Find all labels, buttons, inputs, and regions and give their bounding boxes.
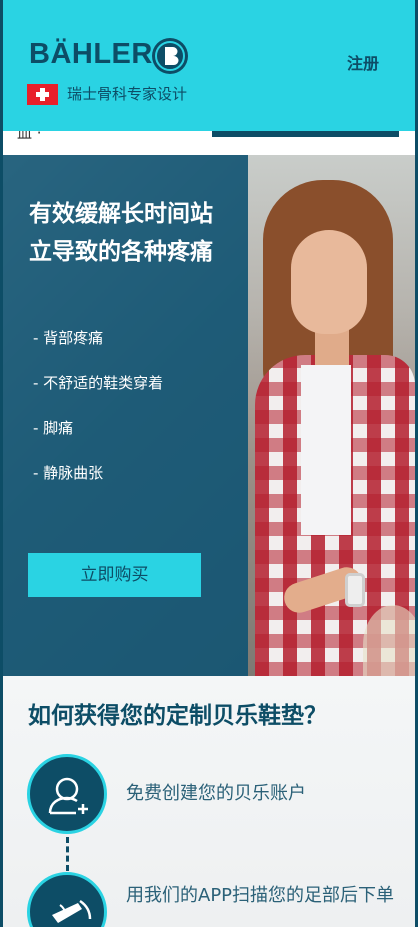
hero-benefit-list: - 背部疼痛 - 不舒适的鞋类穿着 - 脚痛 - 静脉曲张 (33, 327, 163, 507)
section-title: 如何获得您的定制贝乐鞋垫？ (28, 702, 327, 729)
scan-foot-icon (27, 872, 107, 927)
step-1-text: 免费创建您的贝乐账户 (126, 783, 306, 804)
brand-logo-text[interactable]: BÄHLER (29, 38, 153, 71)
brand-logo-icon[interactable] (152, 38, 188, 74)
register-link[interactable]: 注册 (347, 50, 379, 74)
buy-now-button[interactable]: 立即购买 (28, 553, 201, 597)
clipped-text: 皿 · (17, 131, 42, 142)
clipped-content-row: 皿 · (3, 131, 415, 155)
brand-tagline: 瑞士骨科专家设计 (67, 85, 188, 103)
step-2-text: 用我们的APP扫描您的足部后下单 (126, 885, 395, 906)
hero-photo-watch (345, 573, 365, 607)
hero-banner: 有效缓解长时间站立导致的各种疼痛 - 背部疼痛 - 不舒适的鞋类穿着 - 脚痛 … (3, 155, 415, 676)
swiss-flag-icon (27, 84, 58, 105)
how-it-works-section: 如何获得您的定制贝乐鞋垫？ 免费创建您的贝乐账户 用我们的APP扫描您的足部后下… (3, 676, 415, 927)
hero-title: 有效缓解长时间站立导致的各种疼痛 (29, 200, 213, 265)
site-header: BÄHLER 瑞士骨科专家设计 注册 (3, 0, 415, 131)
benefit-item: - 不舒适的鞋类穿着 (33, 374, 164, 392)
app-frame: BÄHLER 瑞士骨科专家设计 注册 皿 · 有效缓解长时间站立导致的各种疼痛 … (3, 0, 415, 927)
benefit-item: - 脚痛 (33, 419, 74, 437)
benefit-item: - 背部疼痛 (33, 329, 104, 347)
step-connector (66, 837, 69, 871)
add-user-icon (27, 754, 107, 834)
benefit-item: - 静脉曲张 (33, 464, 104, 482)
hero-photo-face (291, 230, 367, 334)
clipped-bar (212, 131, 399, 137)
hero-photo-tee (301, 365, 351, 535)
